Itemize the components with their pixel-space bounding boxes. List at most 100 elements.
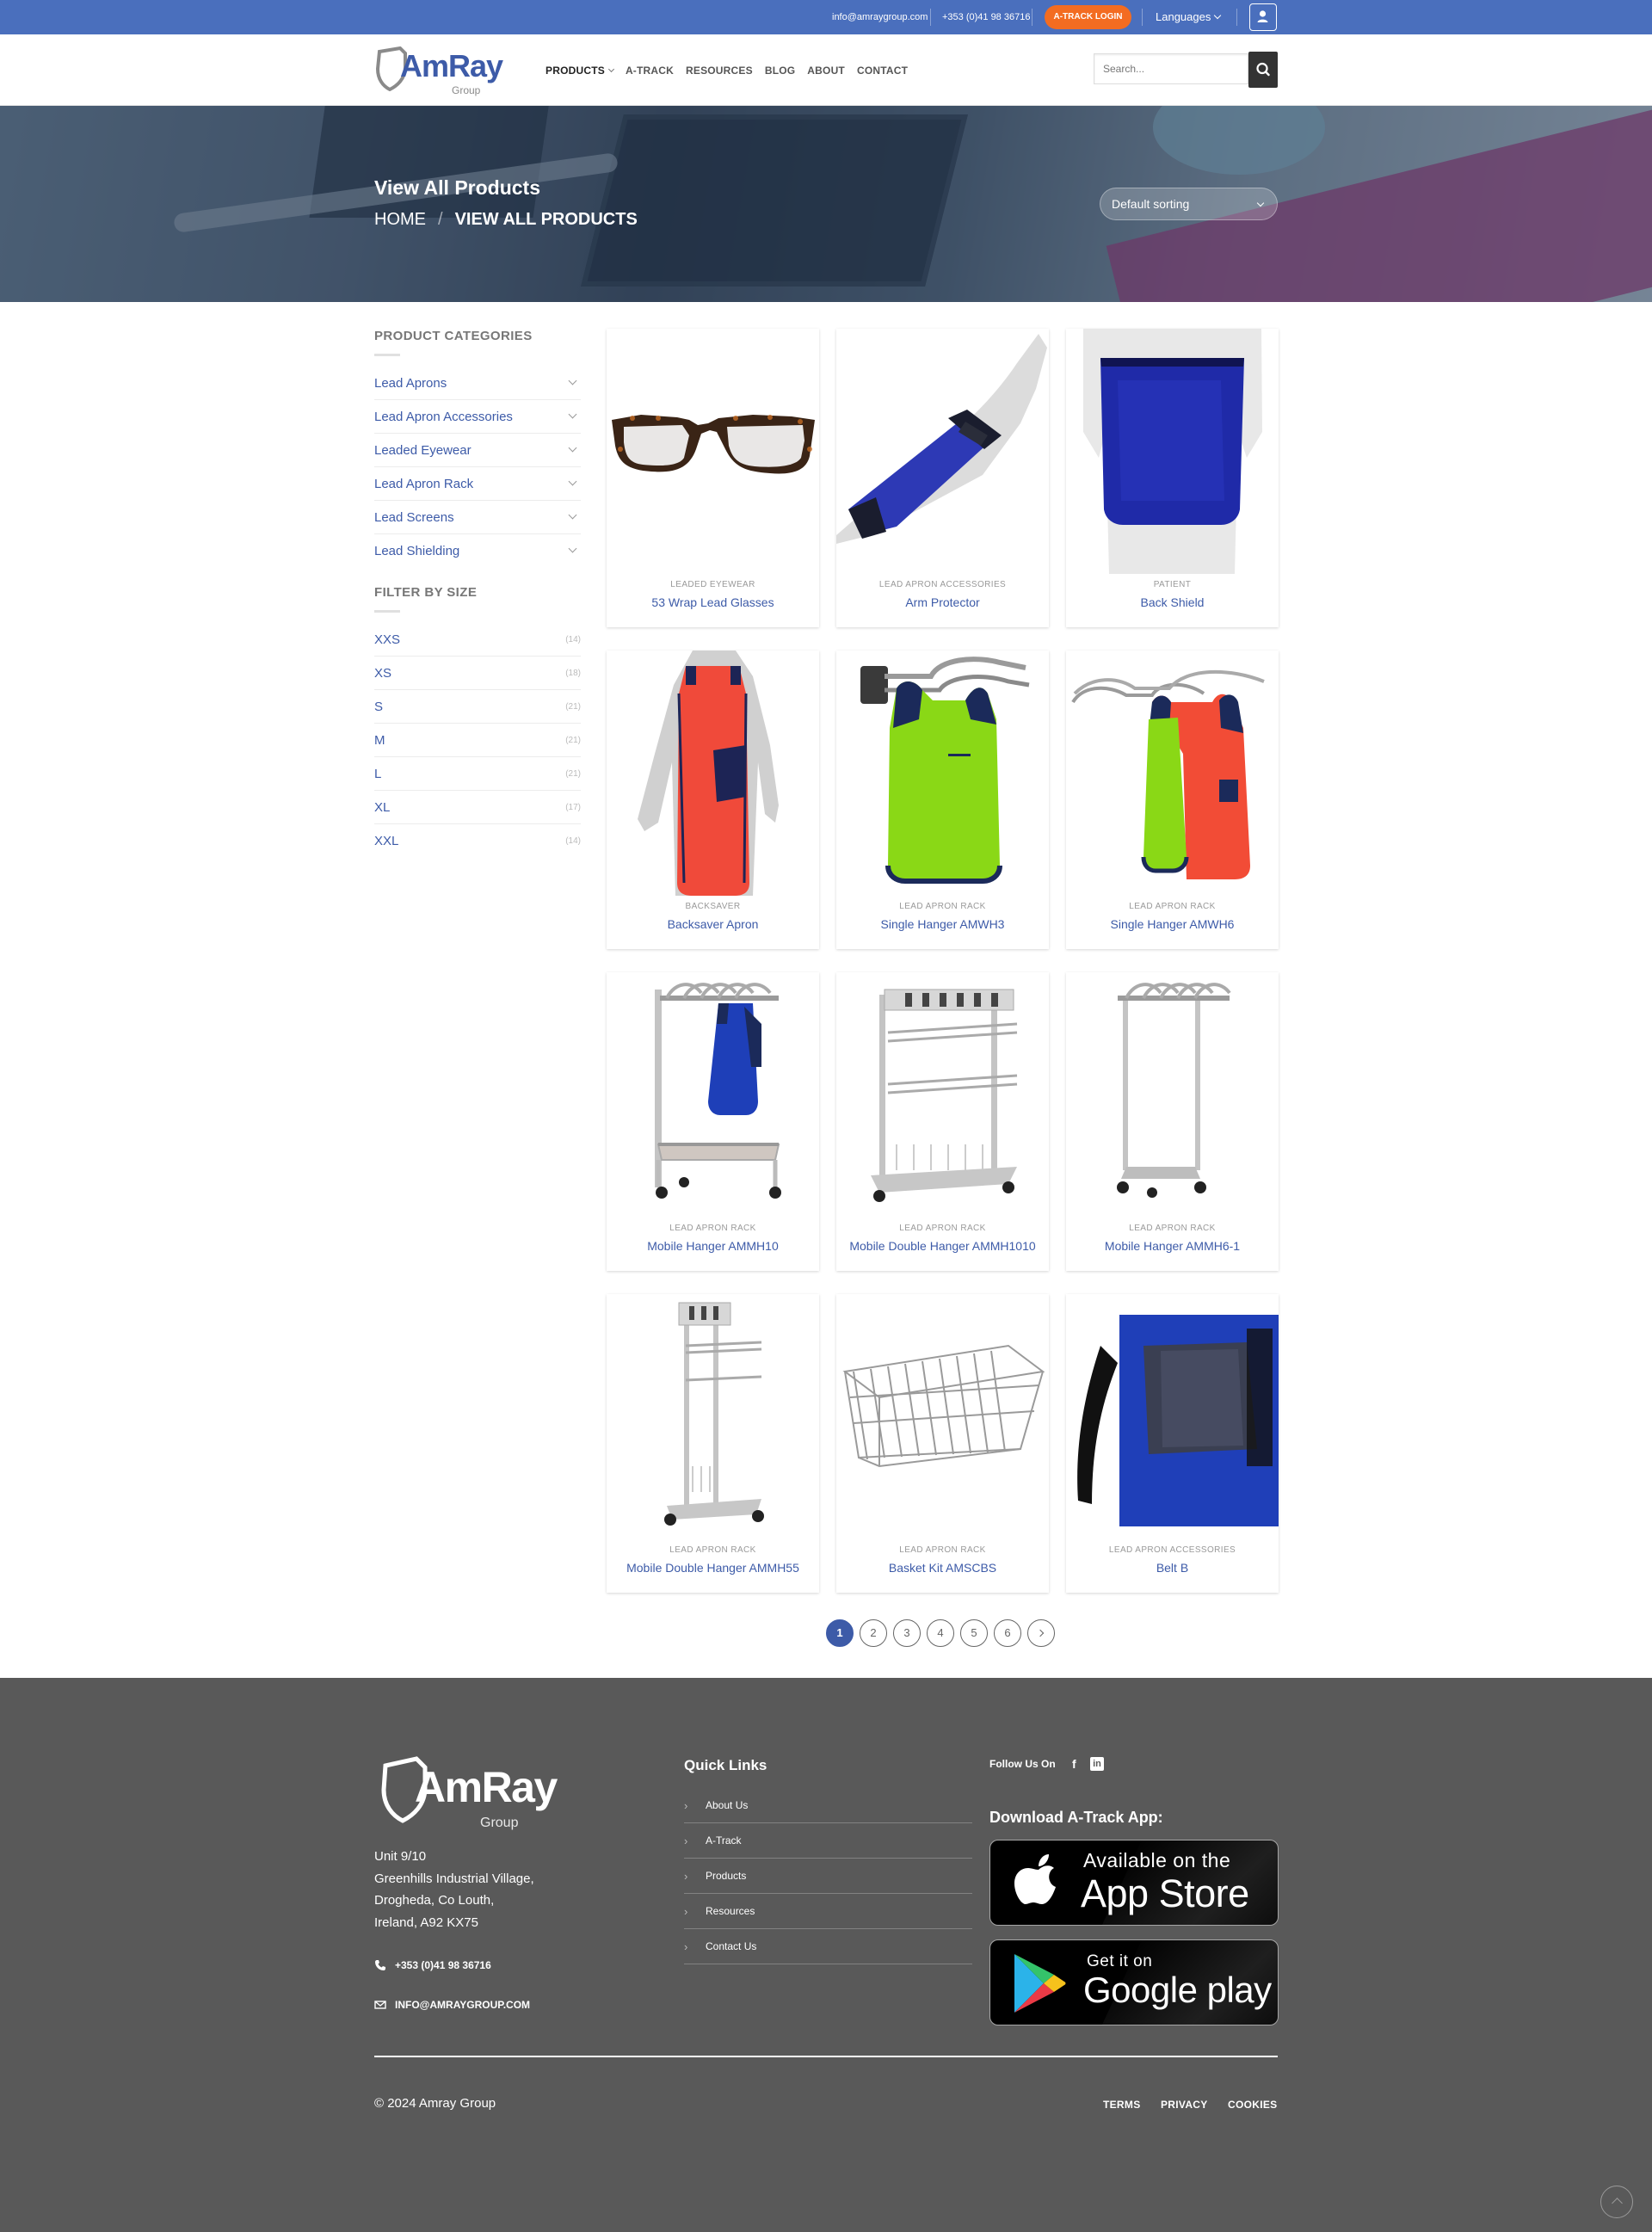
product-name[interactable]: Single Hanger AMWH6 (1066, 917, 1279, 931)
topbar-phone[interactable]: +353 (0)41 98 36716 (942, 0, 1030, 34)
size-filter-item[interactable]: XXL (14) (374, 824, 581, 858)
chevron-down-icon[interactable] (568, 443, 577, 452)
product-name[interactable]: Backsaver Apron (607, 917, 819, 931)
nav-a-track[interactable]: A-TRACK (626, 65, 674, 77)
footer-logo[interactable]: AmRay Group (379, 1755, 558, 1830)
product-card[interactable]: LEAD APRON ACCESSORIES Belt B (1066, 1294, 1279, 1593)
quick-link-item[interactable]: › Products (684, 1859, 972, 1894)
category-label[interactable]: Lead Aprons (374, 376, 447, 391)
search-button[interactable] (1248, 52, 1278, 88)
size-label[interactable]: XL (374, 800, 390, 815)
product-image[interactable] (1066, 1294, 1279, 1539)
size-filter-item[interactable]: S (21) (374, 690, 581, 724)
quick-link-item[interactable]: › About Us (684, 1788, 972, 1823)
product-image[interactable] (836, 1294, 1049, 1539)
nav-resources[interactable]: RESOURCES (686, 65, 753, 77)
product-name[interactable]: 53 Wrap Lead Glasses (607, 595, 819, 609)
product-name[interactable]: Single Hanger AMWH3 (836, 917, 1049, 931)
size-label[interactable]: XXS (374, 632, 400, 647)
product-card[interactable]: LEADED EYEWEAR 53 Wrap Lead Glasses (607, 329, 819, 627)
nav-contact[interactable]: CONTACT (857, 65, 908, 77)
product-image[interactable] (607, 650, 819, 896)
footer-email[interactable]: INFO@AMRAYGROUP.COM (374, 1999, 530, 2011)
app-store-badge[interactable]: Available on the App Store (989, 1840, 1279, 1926)
category-label[interactable]: Lead Apron Rack (374, 477, 473, 491)
product-name[interactable]: Back Shield (1066, 595, 1279, 609)
chevron-down-icon[interactable] (568, 544, 577, 553)
page-1-button[interactable]: 1 (826, 1619, 854, 1647)
category-item[interactable]: Lead Screens (374, 501, 581, 534)
quick-link-item[interactable]: › A-Track (684, 1823, 972, 1859)
quick-link-label[interactable]: A-Track (706, 1834, 742, 1847)
product-image[interactable] (1066, 972, 1279, 1218)
quick-link-label[interactable]: About Us (706, 1799, 748, 1811)
product-card[interactable]: LEAD APRON RACK Mobile Hanger AMMH6-1 (1066, 972, 1279, 1271)
product-image[interactable] (607, 1294, 819, 1539)
product-card[interactable]: LEAD APRON RACK Mobile Double Hanger AMM… (607, 1294, 819, 1593)
product-card[interactable]: LEAD APRON ACCESSORIES Arm Protector (836, 329, 1049, 627)
product-image[interactable] (607, 972, 819, 1218)
quick-link-item[interactable]: › Contact Us (684, 1929, 972, 1964)
size-filter-item[interactable]: XXS (14) (374, 623, 581, 657)
quick-link-item[interactable]: › Resources (684, 1894, 972, 1929)
quick-link-label[interactable]: Resources (706, 1905, 755, 1917)
size-filter-item[interactable]: XL (17) (374, 791, 581, 824)
site-logo[interactable]: AmRay Group (374, 41, 503, 98)
product-card[interactable]: LEAD APRON RACK Single Hanger AMWH6 (1066, 650, 1279, 949)
product-name[interactable]: Mobile Hanger AMMH6-1 (1066, 1239, 1279, 1253)
nav-about[interactable]: ABOUT (807, 65, 845, 77)
back-to-top-button[interactable] (1600, 2186, 1633, 2218)
product-name[interactable]: Mobile Hanger AMMH10 (607, 1239, 819, 1253)
product-card[interactable]: PATIENT Back Shield (1066, 329, 1279, 627)
page-2-button[interactable]: 2 (860, 1619, 887, 1647)
size-filter-item[interactable]: L (21) (374, 757, 581, 791)
chevron-down-icon[interactable] (568, 410, 577, 418)
linkedin-icon[interactable]: in (1090, 1757, 1104, 1771)
size-label[interactable]: S (374, 700, 383, 714)
languages-dropdown[interactable]: Languages (1156, 0, 1222, 34)
product-image[interactable] (1066, 329, 1279, 574)
footer-phone[interactable]: +353 (0)41 98 36716 (374, 1959, 491, 1971)
product-image[interactable] (836, 329, 1049, 574)
product-name[interactable]: Arm Protector (836, 595, 1049, 609)
size-label[interactable]: XS (374, 666, 391, 681)
nav-blog[interactable]: BLOG (765, 65, 795, 77)
page-6-button[interactable]: 6 (994, 1619, 1021, 1647)
privacy-link[interactable]: PRIVACY (1161, 2099, 1208, 2111)
topbar-email[interactable]: info@amraygroup.com (832, 0, 928, 34)
product-card[interactable]: BACKSAVER Backsaver Apron (607, 650, 819, 949)
page-3-button[interactable]: 3 (893, 1619, 921, 1647)
nav-products[interactable]: PRODUCTS (546, 65, 614, 77)
size-filter-item[interactable]: M (21) (374, 724, 581, 757)
facebook-icon[interactable]: f (1072, 1757, 1076, 1771)
quick-link-label[interactable]: Contact Us (706, 1940, 756, 1952)
chevron-down-icon[interactable] (568, 477, 577, 485)
page-4-button[interactable]: 4 (927, 1619, 954, 1647)
footer-email-address[interactable]: INFO@AMRAYGROUP.COM (395, 1999, 530, 2011)
terms-link[interactable]: TERMS (1103, 2099, 1141, 2111)
chevron-down-icon[interactable] (568, 376, 577, 385)
category-item[interactable]: Lead Shielding (374, 534, 581, 568)
footer-phone-number[interactable]: +353 (0)41 98 36716 (395, 1959, 491, 1971)
product-name[interactable]: Mobile Double Hanger AMMH55 (607, 1561, 819, 1575)
sort-select[interactable]: Default sorting (1100, 188, 1278, 220)
category-label[interactable]: Lead Screens (374, 510, 454, 525)
product-card[interactable]: LEAD APRON RACK Mobile Double Hanger AMM… (836, 972, 1049, 1271)
category-label[interactable]: Lead Apron Accessories (374, 410, 513, 424)
product-name[interactable]: Belt B (1066, 1561, 1279, 1575)
size-label[interactable]: L (374, 767, 381, 781)
category-item[interactable]: Lead Apron Rack (374, 467, 581, 501)
cookies-link[interactable]: COOKIES (1228, 2099, 1277, 2111)
chevron-down-icon[interactable] (568, 510, 577, 519)
category-item[interactable]: Lead Aprons (374, 367, 581, 400)
account-button[interactable] (1249, 3, 1277, 31)
product-name[interactable]: Mobile Double Hanger AMMH1010 (836, 1239, 1049, 1253)
category-item[interactable]: Lead Apron Accessories (374, 400, 581, 434)
product-name[interactable]: Basket Kit AMSCBS (836, 1561, 1049, 1575)
category-item[interactable]: Leaded Eyewear (374, 434, 581, 467)
product-card[interactable]: LEAD APRON RACK Basket Kit AMSCBS (836, 1294, 1049, 1593)
product-image[interactable] (836, 972, 1049, 1218)
size-label[interactable]: XXL (374, 834, 398, 848)
breadcrumb-home[interactable]: HOME (374, 210, 426, 230)
google-play-badge[interactable]: Get it on Google play (989, 1939, 1279, 2025)
